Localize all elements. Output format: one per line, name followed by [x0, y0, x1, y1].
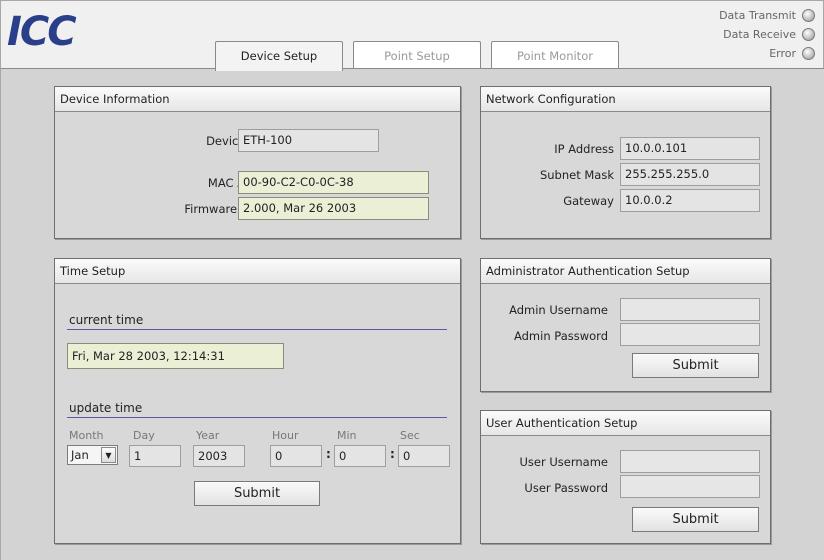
- user-password-field[interactable]: [620, 475, 760, 498]
- led-icon: [802, 47, 815, 60]
- indicator-data-receive: Data Receive: [723, 28, 815, 41]
- sec-field[interactable]: 0: [398, 445, 450, 467]
- device-name-field[interactable]: ETH-100: [238, 129, 379, 152]
- admin-auth-panel: Administrator Authentication Setup Admin…: [480, 258, 771, 392]
- icc-logo: ICC: [7, 9, 111, 55]
- user-password-label: User Password: [524, 481, 608, 495]
- tab-point-setup-label: Point Setup: [384, 49, 450, 63]
- subnet-mask-label: Subnet Mask: [539, 168, 614, 182]
- admin-password-field[interactable]: [620, 323, 760, 346]
- led-icon: [802, 28, 815, 41]
- admin-username-label: Admin Username: [509, 303, 608, 317]
- tab-point-setup[interactable]: Point Setup: [353, 41, 481, 69]
- admin-username-field[interactable]: [620, 298, 760, 321]
- tab-device-setup-label: Device Setup: [240, 49, 318, 63]
- day-label: Day: [133, 429, 155, 442]
- day-field[interactable]: 1: [129, 445, 181, 467]
- update-time-heading: update time: [69, 401, 143, 415]
- led-icon: [802, 9, 815, 22]
- admin-submit-button[interactable]: Submit: [632, 353, 759, 378]
- panel-title: Device Information: [55, 87, 460, 112]
- time-submit-button[interactable]: Submit: [194, 481, 320, 506]
- time-setup-panel: Time Setup current time Fri, Mar 28 2003…: [54, 258, 461, 544]
- user-username-label: User Username: [519, 455, 609, 469]
- dropdown-arrow-icon[interactable]: ▼: [101, 447, 116, 463]
- user-auth-panel: User Authentication Setup User Username …: [480, 410, 771, 544]
- ip-address-label: IP Address: [554, 142, 614, 156]
- indicator-label: Error: [769, 47, 796, 60]
- month-value: Jan: [71, 448, 89, 462]
- gateway-label: Gateway: [563, 194, 614, 208]
- mac-address-field: 00-90-C2-C0-0C-38: [238, 171, 429, 194]
- tab-device-setup[interactable]: Device Setup: [215, 41, 343, 71]
- panel-title: Administrator Authentication Setup: [481, 259, 770, 284]
- month-select[interactable]: Jan ▼: [67, 445, 118, 465]
- user-username-field[interactable]: [620, 450, 760, 473]
- device-information-panel: Device Information Device Name ETH-100 M…: [54, 86, 461, 239]
- indicator-data-transmit: Data Transmit: [719, 9, 815, 22]
- indicator-error: Error: [769, 47, 815, 60]
- hour-label: Hour: [272, 429, 299, 442]
- indicator-label: Data Transmit: [719, 9, 796, 22]
- panel-title: Time Setup: [55, 259, 460, 284]
- min-field[interactable]: 0: [334, 445, 386, 467]
- time-separator: :: [390, 447, 395, 461]
- tab-point-monitor-label: Point Monitor: [517, 49, 593, 63]
- current-time-heading: current time: [69, 313, 144, 327]
- month-label: Month: [69, 429, 104, 442]
- section-divider: [67, 417, 447, 418]
- section-divider: [67, 329, 447, 330]
- current-time-field: Fri, Mar 28 2003, 12:14:31: [67, 343, 284, 369]
- tab-point-monitor[interactable]: Point Monitor: [491, 41, 619, 69]
- header-bar: ICC Device Setup Point Setup Point Monit…: [0, 0, 824, 71]
- panel-title: User Authentication Setup: [481, 411, 770, 436]
- time-separator: :: [326, 447, 331, 461]
- network-configuration-panel: Network Configuration IP Address 10.0.0.…: [480, 86, 771, 239]
- user-submit-button[interactable]: Submit: [632, 507, 759, 532]
- admin-password-label: Admin Password: [513, 329, 608, 343]
- firmware-version-field: 2.000, Mar 26 2003: [238, 197, 429, 220]
- year-label: Year: [196, 429, 220, 442]
- panel-title: Network Configuration: [481, 87, 770, 112]
- hour-field[interactable]: 0: [270, 445, 322, 467]
- min-label: Min: [337, 429, 357, 442]
- sec-label: Sec: [400, 429, 420, 442]
- logo-text: ICC: [7, 15, 76, 49]
- gateway-field[interactable]: 10.0.0.2: [620, 189, 760, 212]
- subnet-mask-field[interactable]: 255.255.255.0: [620, 163, 760, 186]
- ip-address-field[interactable]: 10.0.0.101: [620, 137, 760, 160]
- indicator-label: Data Receive: [723, 28, 796, 41]
- year-field[interactable]: 2003: [193, 445, 245, 467]
